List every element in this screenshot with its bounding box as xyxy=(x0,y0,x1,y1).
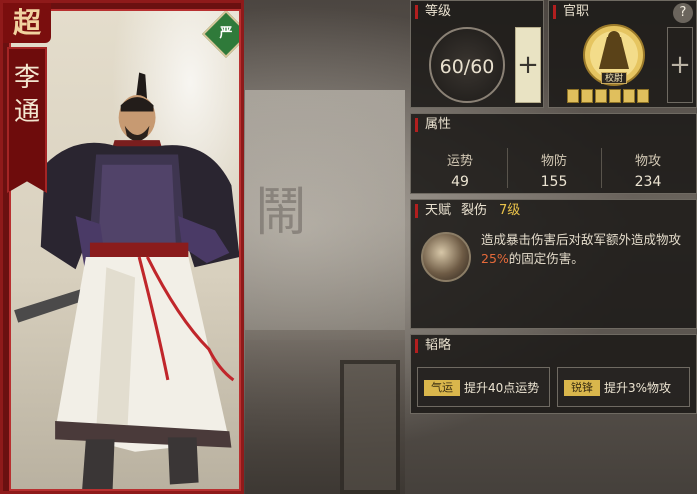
attribute-label: 运势 xyxy=(446,154,473,169)
rank-star xyxy=(567,89,579,103)
talent-desc-text-end: 的固定伤害。 xyxy=(508,251,584,266)
office-header: 官职 xyxy=(549,1,589,23)
attribute-value: 49 xyxy=(451,174,469,190)
level-ring: 60/60 xyxy=(429,27,505,103)
office-promote-button[interactable]: + xyxy=(667,27,693,103)
rank-star xyxy=(637,89,649,103)
background-calligraphy: 鬧 xyxy=(255,183,314,243)
talent-desc-highlight: 25% xyxy=(481,251,509,266)
hero-name-char-2: 通 xyxy=(13,97,40,127)
tactics-panel: 韬略 气运 提升40点运势 锐锋 提升3%物攻 xyxy=(410,334,697,414)
level-up-button[interactable]: + xyxy=(515,27,541,103)
attribute-physical-attack: 物攻 234 xyxy=(601,150,695,190)
office-panel: 官职 ? 校尉 + xyxy=(548,0,697,108)
tactic-tag: 气运 xyxy=(424,380,460,396)
talent-level: 7级 xyxy=(499,203,521,218)
attribute-label: 物攻 xyxy=(634,154,661,169)
attribute-luck: 运势 49 xyxy=(413,150,507,190)
level-value: 60/60 xyxy=(439,56,495,78)
faction-label: 严 xyxy=(219,26,233,41)
level-panel: 等级 60/60 + xyxy=(410,0,544,108)
hero-card: 严 超 李 通 xyxy=(0,0,244,494)
talent-header: 天赋 xyxy=(411,200,451,222)
attribute-value: 155 xyxy=(540,174,568,190)
talent-desc-text: 造成暴击伤害后对敌军额外造成物攻 xyxy=(481,232,682,247)
talent-panel: 天赋 裂伤 7级 造成暴击伤害后对敌军额外造成物攻 25%的固定伤害。 xyxy=(410,199,697,329)
background-lantern xyxy=(340,360,400,494)
talent-icon[interactable] xyxy=(421,232,471,282)
hero-name-char-1: 李 xyxy=(13,63,40,93)
hero-name-banner: 李 通 xyxy=(7,47,47,193)
attribute-label: 物防 xyxy=(540,154,567,169)
office-rank-title: 校尉 xyxy=(601,72,627,84)
talent-description: 造成暴击伤害后对敌军额外造成物攻 25%的固定伤害。 xyxy=(481,230,693,268)
attributes-panel: 属性 运势 49 物防 155 物攻 234 xyxy=(410,113,697,194)
rank-star xyxy=(609,89,621,103)
tactic-text: 提升40点运势 xyxy=(464,381,540,395)
rank-star xyxy=(581,89,593,103)
attribute-value: 234 xyxy=(634,174,662,190)
attribute-physical-defense: 物防 155 xyxy=(507,150,601,190)
level-header: 等级 xyxy=(411,1,451,23)
tactic-text: 提升3%物攻 xyxy=(604,381,672,395)
tactic-item-fortune[interactable]: 气运 提升40点运势 xyxy=(417,367,550,407)
attributes-header: 属性 xyxy=(411,114,451,136)
talent-name: 裂伤 xyxy=(461,203,488,218)
rarity-badge: 超 xyxy=(3,3,51,43)
tactics-header: 韬略 xyxy=(411,335,451,357)
tactic-tag: 锐锋 xyxy=(564,380,600,396)
rank-star xyxy=(623,89,635,103)
tactic-item-sharp-edge[interactable]: 锐锋 提升3%物攻 xyxy=(557,367,690,407)
help-button[interactable]: ? xyxy=(673,3,693,23)
rank-star xyxy=(595,89,607,103)
office-rank-stars xyxy=(567,89,657,103)
